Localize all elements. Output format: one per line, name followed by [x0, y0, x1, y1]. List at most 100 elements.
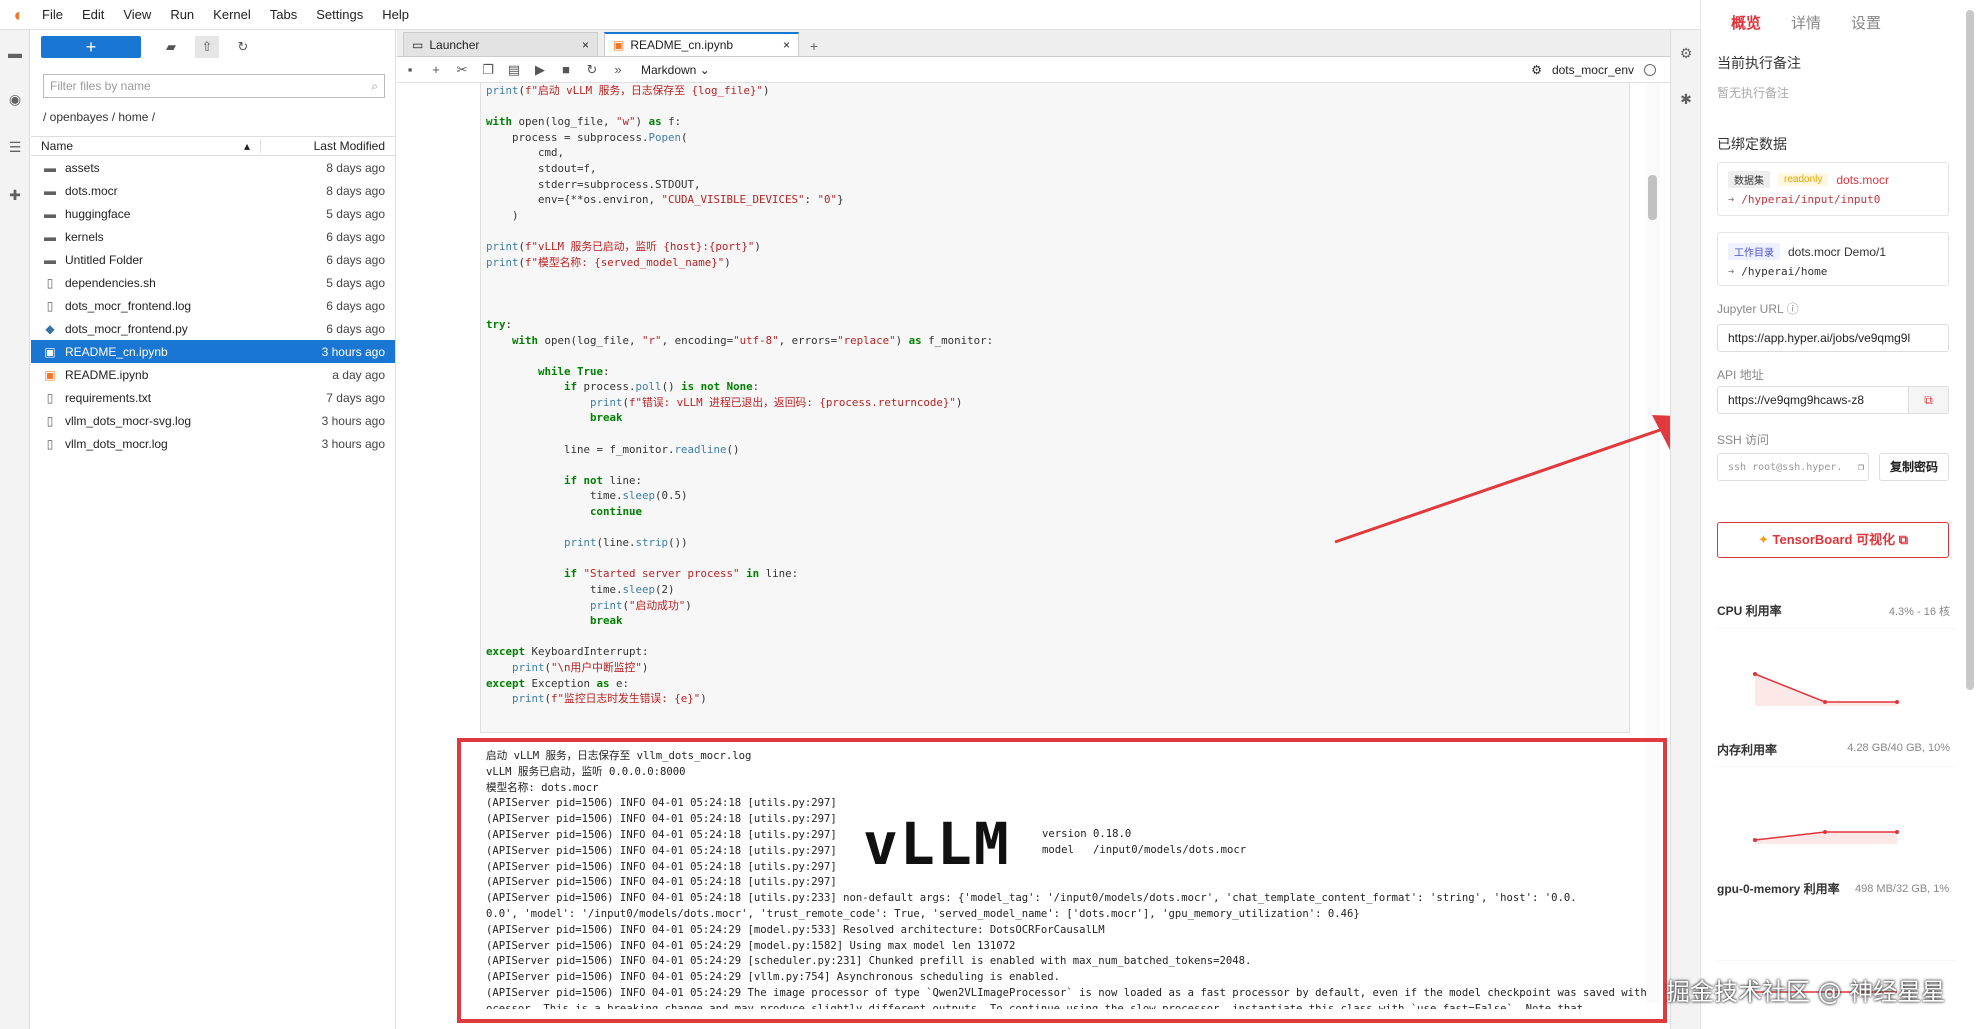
refresh-icon[interactable]: ↻	[231, 36, 255, 58]
menu-view[interactable]: View	[123, 7, 151, 22]
tab-details[interactable]: 详情	[1791, 12, 1821, 33]
file-row[interactable]: ▯ dots_mocr_frontend.log 6 days ago	[31, 294, 395, 317]
file-modified: 3 hours ago	[321, 413, 385, 428]
copy-icon[interactable]: ❐	[475, 62, 501, 78]
column-name-header[interactable]: Name ▴	[31, 139, 261, 153]
file-name: requirements.txt	[65, 390, 152, 405]
paste-icon[interactable]: ▤	[501, 62, 527, 78]
file-row[interactable]: ▯ vllm_dots_mocr-svg.log 3 hours ago	[31, 409, 395, 432]
open-external-icon[interactable]: ⧉	[1908, 387, 1948, 413]
code-editor[interactable]: print(f"启动 vLLM 服务，日志保存至 {log_file}") wi…	[481, 83, 1629, 707]
chevron-down-icon: ⌄	[699, 62, 710, 77]
cut-icon[interactable]: ✂	[449, 62, 475, 78]
upload-icon[interactable]: ⇧	[195, 36, 219, 58]
folder-icon[interactable]: ▬	[6, 44, 24, 62]
menu-kernel[interactable]: Kernel	[213, 7, 251, 22]
dataset-card[interactable]: 数据集 readonly dots.mocr ➔ /hyperai/input/…	[1717, 162, 1949, 216]
insert-cell-icon[interactable]: +	[423, 62, 449, 77]
side-panel-scrollbar[interactable]	[1966, 10, 1974, 690]
ssh-command-field[interactable]: ssh root@ssh.hyper. ❐	[1717, 453, 1869, 481]
file-row[interactable]: ▬ Untitled Folder 6 days ago	[31, 248, 395, 271]
gpu-memory-title: gpu-0-memory 利用率	[1717, 882, 1840, 896]
debugger-icon[interactable]: ✱	[1677, 90, 1695, 108]
tab-readme-cn[interactable]: ▣ README_cn.ipynb ×	[604, 32, 799, 56]
save-icon[interactable]: ▪	[397, 62, 423, 77]
menu-settings[interactable]: Settings	[316, 7, 363, 22]
scrollbar-thumb[interactable]	[1648, 175, 1657, 220]
running-icon[interactable]: ◉	[6, 90, 24, 108]
tab-overview[interactable]: 概览	[1731, 12, 1761, 33]
column-modified-header[interactable]: Last Modified	[261, 139, 395, 153]
file-modified: 3 hours ago	[321, 344, 385, 359]
file-row[interactable]: ▬ assets 8 days ago	[31, 156, 395, 179]
file-modified: a day ago	[332, 367, 385, 382]
menu-file[interactable]: File	[42, 7, 63, 22]
sort-caret-icon: ▴	[243, 139, 250, 153]
menu-tabs[interactable]: Tabs	[270, 7, 297, 22]
file-name: Untitled Folder	[65, 252, 144, 267]
folder-icon: ▬	[44, 160, 56, 175]
api-url-field[interactable]: https://ve9qmg9hcaws-z8 ⧉	[1717, 386, 1949, 414]
current-note-title: 当前执行备注	[1717, 55, 1801, 71]
workdir-name[interactable]: dots.mocr Demo/1	[1788, 245, 1886, 259]
copy-password-button[interactable]: 复制密码	[1879, 453, 1949, 481]
breadcrumb[interactable]: / openbayes / home /	[43, 110, 395, 124]
kernel-indicator[interactable]: ⚙ dots_mocr_env	[1531, 63, 1656, 77]
add-tab-icon[interactable]: +	[805, 36, 823, 56]
cell-type-select[interactable]: Markdown ⌄	[641, 63, 710, 77]
watermark: 掘金技术社区 @ 神经星星	[1666, 978, 1946, 1006]
filter-files-input[interactable]: Filter files by name ⌕	[43, 74, 385, 98]
restart-icon[interactable]: ↻	[579, 62, 605, 78]
tab-launcher[interactable]: ▭ Launcher ×	[403, 32, 598, 56]
menu-help[interactable]: Help	[382, 7, 409, 22]
api-url-value: https://ve9qmg9hcaws-z8	[1728, 393, 1865, 407]
kernel-name: dots_mocr_env	[1551, 62, 1634, 77]
menu-run[interactable]: Run	[170, 7, 194, 22]
new-folder-icon[interactable]: ▰	[159, 36, 183, 58]
run-icon[interactable]: ▶	[527, 62, 553, 78]
jupyter-url-label: Jupyter URL ⓘ	[1717, 302, 1799, 316]
right-activity-bar: ⚙ ✱	[1670, 30, 1700, 1029]
dataset-badge: 数据集	[1728, 171, 1770, 188]
file-browser-toolbar: + ▰ ⇧ ↻	[31, 30, 395, 64]
menu-bar: ◐ File Edit View Run Kernel Tabs Setting…	[0, 0, 1700, 30]
file-row[interactable]: ▬ dots.mocr 8 days ago	[31, 179, 395, 202]
stop-icon[interactable]: ■	[553, 62, 579, 77]
new-launcher-button[interactable]: +	[41, 36, 141, 58]
left-activity-bar: ▬ ◉ ☰ ✚	[0, 30, 30, 1029]
close-icon[interactable]: ×	[783, 38, 790, 52]
property-inspector-icon[interactable]: ⚙	[1677, 44, 1695, 62]
file-row[interactable]: ▬ kernels 6 days ago	[31, 225, 395, 248]
kernel-settings-icon: ⚙	[1531, 62, 1542, 77]
file-list-header: Name ▴ Last Modified	[31, 136, 395, 156]
extension-icon[interactable]: ✚	[6, 186, 24, 204]
dataset-path: ➔ /hyperai/input/input0	[1728, 193, 1881, 206]
file-row[interactable]: ▯ vllm_dots_mocr.log 3 hours ago	[31, 432, 395, 455]
dataset-name[interactable]: dots.mocr	[1836, 173, 1889, 187]
fast-forward-icon[interactable]: »	[605, 62, 631, 77]
menu-edit[interactable]: Edit	[82, 7, 104, 22]
file-row[interactable]: ▯ dependencies.sh 5 days ago	[31, 271, 395, 294]
folder-icon: ▬	[44, 206, 56, 221]
highlight-arrow	[1334, 415, 1702, 544]
file-row[interactable]: ▬ huggingface 5 days ago	[31, 202, 395, 225]
file-icon: ▯	[46, 413, 54, 428]
api-label: API 地址	[1717, 368, 1764, 382]
close-icon[interactable]: ×	[582, 38, 589, 52]
cpu-sparkline	[1717, 628, 1957, 706]
workdir-path: ➔ /hyperai/home	[1728, 265, 1828, 278]
file-row[interactable]: ▣ README_cn.ipynb 3 hours ago	[31, 340, 395, 363]
file-modified: 6 days ago	[326, 321, 385, 336]
file-row[interactable]: ▯ requirements.txt 7 days ago	[31, 386, 395, 409]
workdir-card[interactable]: 工作目录 dots.mocr Demo/1 ➔ /hyperai/home	[1717, 232, 1949, 286]
file-row[interactable]: ▣ README.ipynb a day ago	[31, 363, 395, 386]
jupyter-url-field[interactable]: https://app.hyper.ai/jobs/ve9qmg9l	[1717, 324, 1949, 352]
file-row[interactable]: ◆ dots_mocr_frontend.py 6 days ago	[31, 317, 395, 340]
toc-icon[interactable]: ☰	[6, 138, 24, 156]
tab-settings[interactable]: 设置	[1851, 12, 1881, 33]
jupyter-logo-icon: ◐	[13, 4, 25, 25]
file-modified: 6 days ago	[326, 229, 385, 244]
tensorboard-button[interactable]: ✦ TensorBoard 可视化 ⧉	[1717, 522, 1949, 558]
ssh-label: SSH 访问	[1717, 433, 1770, 447]
memory-title: 内存利用率	[1717, 743, 1778, 757]
